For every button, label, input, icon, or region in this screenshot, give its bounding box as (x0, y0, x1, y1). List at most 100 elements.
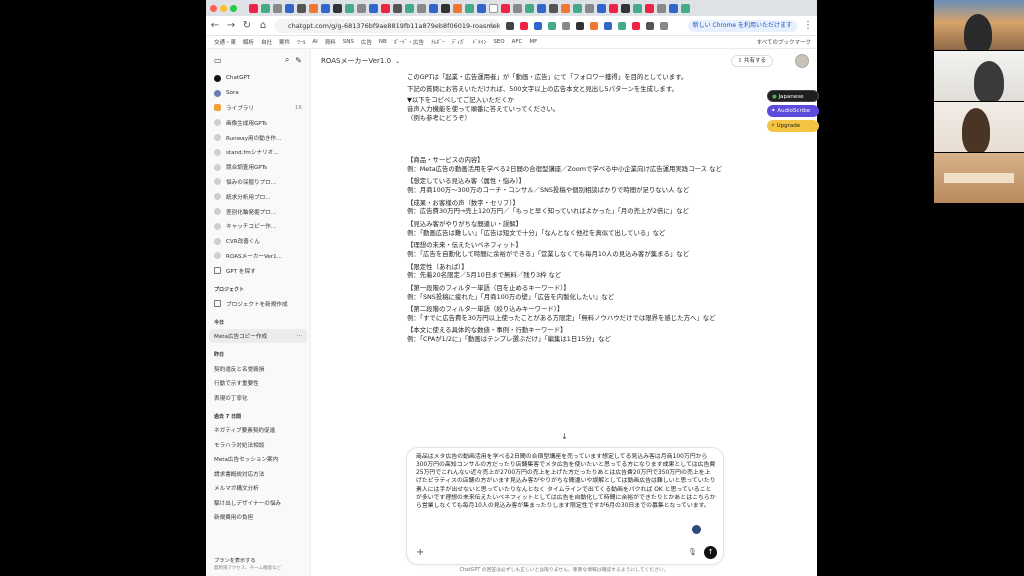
bookmark-item[interactable]: ﾃﾞｨｶﾞ (452, 38, 466, 46)
tab-icon[interactable] (429, 3, 438, 13)
menu-icon[interactable]: ⋮ (803, 20, 813, 31)
bookmark-item[interactable]: NB (379, 39, 387, 45)
scroll-down-icon[interactable]: ↓ (561, 432, 568, 441)
home-icon[interactable]: ⌂ (258, 20, 268, 31)
bookmark-item[interactable]: ﾄﾞﾒｲﾝ (473, 38, 487, 46)
tab-icon[interactable] (645, 3, 654, 13)
new-project-button[interactable]: プロジェクトを新規作成 (206, 296, 310, 311)
tab-icon[interactable] (393, 3, 402, 13)
tab-icon[interactable] (273, 3, 282, 13)
history-item[interactable]: モラハラ対処法相談 (206, 437, 310, 452)
tab-icon[interactable] (477, 3, 486, 13)
search-icon[interactable]: ⌕ (285, 55, 289, 65)
sidebar-gpt-item[interactable]: Runway用の動き作... (206, 130, 310, 145)
sidebar-gpt-item[interactable]: キャッチコピー作... (206, 219, 310, 234)
extension-icon[interactable] (660, 21, 668, 30)
extension-icon[interactable] (632, 21, 640, 30)
microphone-icon[interactable]: 🎙 (688, 548, 697, 556)
extension-icon[interactable] (506, 21, 514, 30)
bookmark-item[interactable]: 解析 (243, 38, 254, 46)
all-bookmarks[interactable]: すべてのブックマーク (757, 38, 811, 46)
history-item[interactable]: ネガティブ要素契約促進 (206, 423, 310, 438)
bookmark-item[interactable]: 資料 (325, 38, 336, 46)
bookmark-item[interactable]: 交通・東 (214, 38, 236, 46)
tab-icon[interactable] (369, 3, 378, 13)
message-composer[interactable]: 商品はメタ広告の動画活用を学べる2日間の合宿型講座を売っています想定してる見込み… (406, 447, 724, 565)
bookmark-item[interactable]: ﾂｰﾙ (297, 38, 305, 46)
gpt-title[interactable]: ROASメーカーVer1.0 (321, 56, 391, 66)
history-item-active[interactable]: Meta広告コピー作成 ··· (209, 328, 307, 344)
sidebar-gpt-item[interactable]: ROASメーカーVer1... (206, 249, 310, 264)
composer-input[interactable]: 商品はメタ広告の動画活用を学べる2日間の合宿型講座を売っています想定してる見込み… (416, 453, 716, 510)
extension-icon[interactable] (548, 21, 556, 30)
tab-icon[interactable] (453, 3, 462, 13)
sidebar-gpt-item[interactable]: 統求分析用プロ... (206, 189, 310, 204)
bookmark-star-icon[interactable]: ☆ (488, 19, 495, 33)
sidebar-gpt-item[interactable]: 悩みの深掘りプロ... (206, 175, 310, 190)
tab-icon[interactable] (357, 3, 366, 13)
extension-icon[interactable] (618, 21, 626, 30)
tab-icon[interactable] (405, 3, 414, 13)
tab-icon[interactable] (561, 3, 570, 13)
history-item[interactable]: Meta広告セッション案内 (206, 452, 310, 467)
bookmark-item[interactable]: SNS (343, 39, 354, 45)
tab-icon[interactable] (585, 3, 594, 13)
tab-icon[interactable] (597, 3, 606, 13)
tab-icon[interactable] (345, 3, 354, 13)
extension-icon[interactable] (562, 21, 570, 30)
chrome-update-button[interactable]: 新しい Chrome を利用いただけます (687, 19, 797, 32)
minimize-window-icon[interactable] (220, 4, 227, 12)
tab-icon[interactable] (501, 3, 510, 13)
bookmark-item[interactable]: 自社 (261, 38, 272, 46)
url-field[interactable]: chatgpt.com/g/g-681376bf9ae8819fb11a879e… (274, 18, 500, 33)
tab-icon[interactable] (261, 3, 270, 13)
send-button[interactable]: ↑ (704, 546, 717, 559)
tab-icon[interactable] (381, 3, 390, 13)
tab-icon[interactable] (321, 3, 330, 13)
tab-icon[interactable] (669, 3, 678, 13)
bookmark-item[interactable]: MF (529, 39, 537, 45)
history-item[interactable]: 契約違反と名誉毀損 (206, 361, 310, 376)
history-item[interactable]: 請求書概説対応方法 (206, 466, 310, 481)
tab-icon[interactable] (573, 3, 582, 13)
view-plans-button[interactable]: プランを表示する 無制限アクセス、チーム機能など (206, 554, 311, 576)
tab-icon[interactable] (657, 3, 666, 13)
sidebar-gpt-item[interactable]: stand.fmシナリオ... (206, 145, 310, 160)
history-item[interactable]: 駆け出しデザイナーの悩み (206, 495, 310, 510)
tab-icon[interactable] (621, 3, 630, 13)
sidebar-gpt-item[interactable]: 画像生成用GPTs (206, 115, 310, 130)
close-window-icon[interactable] (210, 4, 217, 12)
extension-icon[interactable] (534, 21, 542, 30)
tab-icon[interactable] (333, 3, 342, 13)
attach-plus-icon[interactable]: + (416, 547, 424, 558)
audioscribe-button[interactable]: ✦ AudioScribe (767, 105, 819, 117)
tab-icon[interactable] (513, 3, 522, 13)
sidebar-gpt-item[interactable]: CVR改善くん (206, 234, 310, 249)
tab-icon[interactable] (525, 3, 534, 13)
history-item[interactable]: 行動で示す重要性 (206, 376, 310, 391)
maximize-window-icon[interactable] (230, 4, 237, 12)
sidebar-item-chatgpt[interactable]: ChatGPT (206, 71, 310, 86)
tab-icon[interactable] (309, 3, 318, 13)
forward-icon[interactable]: → (226, 20, 236, 31)
tab-icon[interactable] (489, 3, 498, 13)
bookmark-item[interactable]: 案件 (279, 38, 290, 46)
explore-gpts[interactable]: GPT を探す (206, 263, 310, 278)
tab-icon[interactable] (417, 3, 426, 13)
bookmark-item[interactable]: AFC (512, 39, 523, 45)
extension-icon[interactable] (576, 21, 584, 30)
history-item[interactable]: 表現の丁寧化 (206, 390, 310, 405)
back-icon[interactable]: ← (210, 20, 220, 31)
new-chat-icon[interactable]: ✎ (295, 56, 302, 65)
sidebar-item-sora[interactable]: Sora (206, 86, 310, 101)
tab-icon[interactable] (681, 3, 690, 13)
tab-icon[interactable] (249, 3, 258, 13)
tab-icon[interactable] (633, 3, 642, 13)
tab-icon[interactable] (297, 3, 306, 13)
tab-icon[interactable] (549, 3, 558, 13)
tab-icon[interactable] (465, 3, 474, 13)
bookmark-item[interactable]: 広告 (361, 38, 372, 46)
upgrade-button[interactable]: ⚡ Upgrade (767, 120, 819, 132)
bookmark-item[interactable]: AI (312, 39, 317, 45)
extension-icon[interactable] (590, 21, 598, 30)
